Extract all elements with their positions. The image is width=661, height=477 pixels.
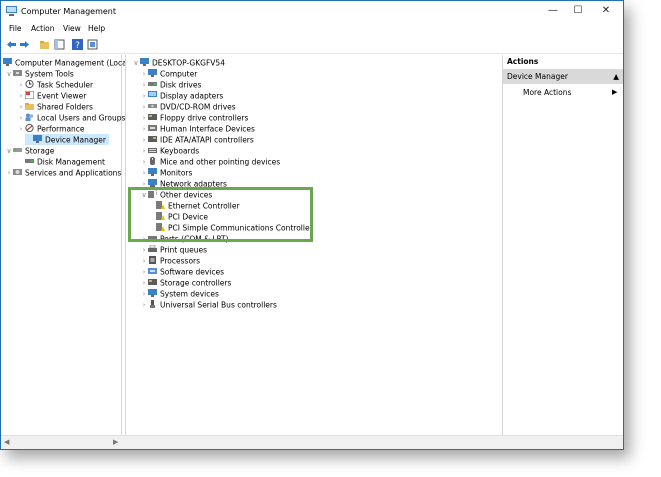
collapse-arrow-icon[interactable]: ▲ (613, 70, 619, 84)
system-device-icon (148, 289, 157, 297)
ide-controller-icon (148, 136, 157, 142)
actions-header: Actions (503, 55, 623, 70)
device-category-floppy-drive-controllers[interactable]: › Floppy drive controllers (140, 112, 249, 123)
keyboard-icon (148, 148, 157, 153)
device-category-mice[interactable]: › Mice and other pointing devices (140, 156, 280, 167)
controller-icon (148, 114, 157, 120)
tree-item-performance[interactable]: › Performance (17, 123, 85, 134)
device-category-processors[interactable]: › Processors (140, 255, 200, 266)
printer-icon (148, 245, 157, 252)
window-title: Computer Management (21, 7, 117, 16)
actions-pane: Actions Device Manager ▲ More Actions ▶ (503, 55, 623, 435)
computer-management-icon (6, 6, 17, 16)
disk-drive-icon (148, 82, 157, 86)
device-category-system-devices[interactable]: › System devices (140, 288, 219, 299)
performance-icon (25, 124, 34, 132)
device-category-monitors[interactable]: › Monitors (140, 167, 192, 178)
device-category-software-devices[interactable]: › Software devices (140, 266, 224, 277)
menu-view[interactable]: View (63, 24, 81, 33)
submenu-arrow-icon[interactable]: ▶ (612, 88, 617, 96)
tools-icon (13, 70, 22, 76)
scroll-right-icon[interactable]: ▶ (113, 438, 118, 446)
device-category-display-adapters[interactable]: › Display adapters (140, 90, 223, 101)
disk-icon (25, 159, 34, 163)
menu-file[interactable]: File (9, 24, 22, 33)
computer-management-icon (3, 58, 12, 66)
maximize-button[interactable]: ☐ (571, 5, 585, 17)
menu-bar: File Action View Help (1, 22, 623, 36)
tree-item-shared-folders[interactable]: › Shared Folders (17, 101, 93, 112)
monitor-icon (148, 168, 157, 176)
device-category-usb-controllers[interactable]: › Universal Serial Bus controllers (140, 299, 277, 310)
back-arrow-icon[interactable] (6, 39, 17, 50)
tree-item-disk-management[interactable]: Disk Management (17, 156, 105, 167)
usb-icon (150, 300, 155, 308)
device-category-ide-ata-atapi-controllers[interactable]: › IDE ATA/ATAPI controllers (140, 134, 254, 145)
display-adapter-icon (148, 91, 157, 97)
menu-action[interactable]: Action (31, 24, 55, 33)
tree-item-event-viewer[interactable]: › Event Viewer (17, 90, 86, 101)
chevron-right-icon[interactable]: › (5, 168, 13, 179)
svg-text:?: ? (75, 41, 80, 50)
tree-item-task-scheduler[interactable]: › Task Scheduler (17, 79, 93, 90)
network-adapter-icon (148, 179, 157, 187)
close-button[interactable]: ✕ (599, 5, 613, 17)
users-icon (25, 113, 34, 121)
device-tree-pane[interactable]: ∨ DESKTOP-GKGFV54 › Computer › Disk drives … (125, 55, 503, 435)
show-hide-tree-icon[interactable] (54, 39, 65, 50)
device-category-dvd-cd-rom-drives[interactable]: › DVD/CD-ROM drives (140, 101, 236, 112)
menu-help[interactable]: Help (88, 24, 105, 33)
forward-arrow-icon[interactable] (19, 39, 30, 50)
hid-icon (148, 125, 157, 131)
software-device-icon (148, 268, 157, 274)
event-log-icon (25, 91, 34, 99)
dvd-drive-icon (148, 104, 157, 108)
tree-item-storage[interactable]: ∨ Storage (5, 145, 54, 156)
computer-icon (140, 58, 149, 66)
device-category-computer[interactable]: › Computer (140, 68, 197, 79)
tree-item-device-manager[interactable]: Device Manager (25, 134, 109, 145)
more-actions-item[interactable]: More Actions (523, 88, 571, 97)
processor-icon (149, 256, 156, 264)
help-icon[interactable]: ? (72, 39, 83, 50)
device-tree-root[interactable]: ∨ DESKTOP-GKGFV54 (132, 57, 225, 68)
chevron-right-icon[interactable]: › (17, 124, 25, 135)
tree-item-system-tools[interactable]: ∨ System Tools (5, 68, 73, 80)
up-folder-icon[interactable] (39, 39, 50, 50)
horizontal-scrollbar[interactable]: ◀ ▶ (1, 435, 623, 449)
shared-folder-icon (25, 103, 34, 110)
chevron-down-icon[interactable]: ∨ (5, 69, 13, 80)
toolbar: ? (1, 36, 623, 54)
device-manager-icon (33, 135, 42, 143)
scroll-left-icon[interactable]: ◀ (4, 438, 9, 446)
device-category-print-queues[interactable]: › Print queues (140, 244, 207, 255)
mouse-icon (150, 157, 155, 165)
chevron-right-icon[interactable]: › (140, 300, 148, 311)
properties-icon[interactable] (87, 39, 98, 50)
actions-section-device-manager[interactable]: Device Manager ▲ (503, 70, 623, 84)
device-category-keyboards[interactable]: › Keyboards (140, 145, 200, 156)
services-icon (13, 169, 22, 175)
storage-icon (13, 148, 22, 152)
title-bar[interactable]: Computer Management — ☐ ✕ (1, 1, 623, 21)
minimize-button[interactable]: — (546, 5, 560, 17)
device-category-storage-controllers[interactable]: › Storage controllers (140, 277, 232, 288)
console-tree-pane[interactable]: Computer Management (Local ∨ System Tools… (1, 55, 129, 435)
chevron-down-icon[interactable]: ∨ (5, 146, 13, 157)
monitor-icon (148, 69, 157, 77)
tree-item-services-and-applications[interactable]: › Services and Applications (5, 167, 122, 179)
chevron-down-icon[interactable]: ∨ (132, 58, 140, 69)
tree-item-computer-management[interactable]: Computer Management (Local (3, 57, 129, 68)
clock-icon (25, 80, 34, 88)
tree-item-local-users-and-groups[interactable]: › Local Users and Groups (17, 112, 125, 123)
storage-controller-icon (148, 279, 157, 285)
device-category-disk-drives[interactable]: › Disk drives (140, 79, 202, 90)
device-category-human-interface-devices[interactable]: › Human Interface Devices (140, 123, 255, 134)
other-devices-highlight (128, 187, 313, 242)
